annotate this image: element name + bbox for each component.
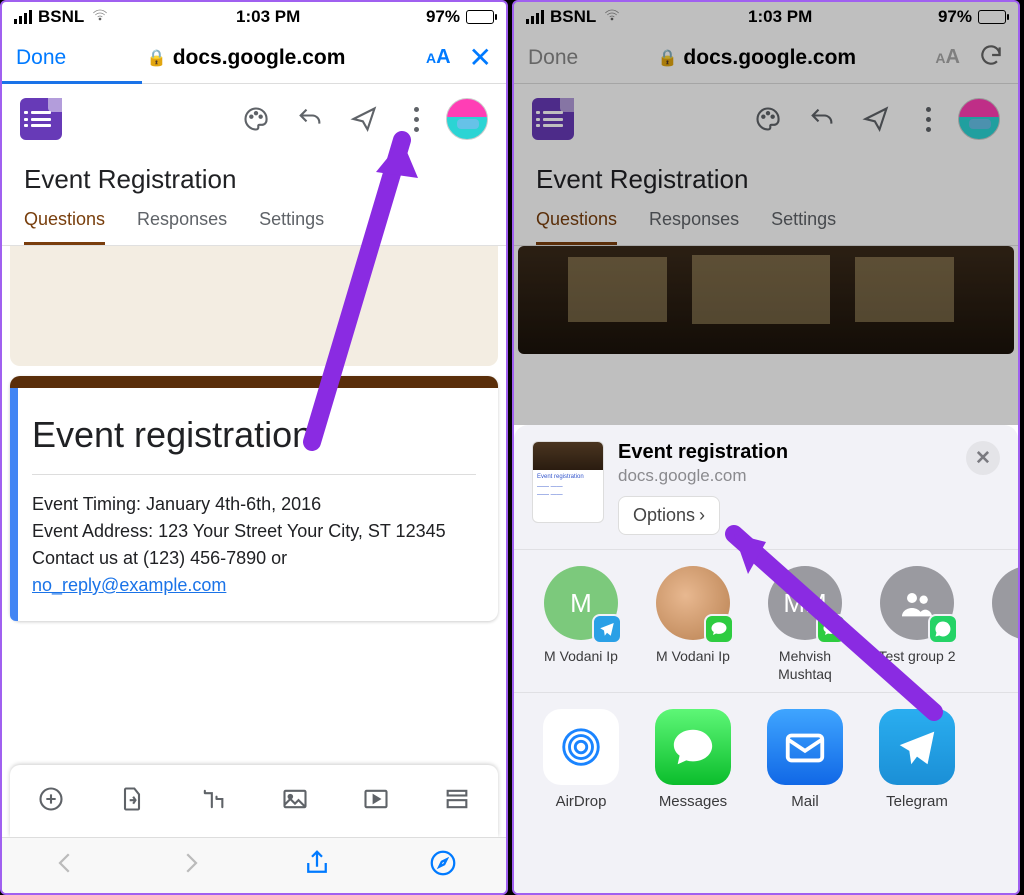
form-desc-line3: Contact us at (123) 456-7890 or no_reply…	[32, 545, 476, 599]
carrier-label: BSNL	[38, 7, 84, 27]
contact-item[interactable]: M Vodani Ip	[644, 566, 742, 684]
form-heading: Event registration	[32, 414, 476, 456]
tabs: Questions Responses Settings	[514, 195, 1018, 246]
tab-settings[interactable]: Settings	[771, 209, 836, 245]
form-header-card[interactable]: Event registration Event Timing: January…	[10, 376, 498, 621]
battery-pct: 97%	[938, 7, 972, 27]
clock: 1:03 PM	[236, 7, 300, 27]
import-icon[interactable]	[118, 785, 146, 818]
whatsapp-badge-icon	[928, 614, 958, 644]
chevron-right-icon: ›	[699, 505, 705, 526]
progress-bar	[2, 81, 142, 84]
safari-toolbar: Done 🔒 docs.google.com AA ✕	[2, 32, 506, 84]
contact-email-link[interactable]: no_reply@example.com	[32, 575, 226, 595]
imessage-badge-icon	[816, 614, 846, 644]
tab-responses[interactable]: Responses	[649, 209, 739, 245]
undo-icon[interactable]	[288, 105, 332, 133]
safari-icon[interactable]	[428, 848, 458, 883]
done-button[interactable]: Done	[528, 46, 578, 70]
share-apps-row: AirDrop Messages Mail Telegram	[514, 709, 1018, 810]
app-airdrop[interactable]: AirDrop	[532, 709, 630, 810]
share-title: Event registration	[618, 441, 952, 464]
signal-icon	[526, 10, 544, 24]
telegram-icon	[879, 709, 955, 785]
forms-logo-icon[interactable]	[532, 98, 574, 140]
app-telegram[interactable]: Telegram	[868, 709, 966, 810]
contact-item[interactable]: M M Vodani Ip	[532, 566, 630, 684]
battery-icon	[466, 10, 494, 24]
url-text: docs.google.com	[173, 46, 346, 70]
form-title: Event Registration	[2, 154, 506, 195]
share-sheet: Event registration —— —— —— —— Event reg…	[514, 425, 1018, 893]
tab-questions[interactable]: Questions	[536, 209, 617, 245]
clock: 1:03 PM	[748, 7, 812, 27]
url-text: docs.google.com	[683, 46, 856, 70]
share-icon[interactable]	[302, 848, 332, 883]
contact-item[interactable]: MM Mehvish Mushtaq	[756, 566, 854, 684]
add-section-icon[interactable]	[443, 785, 471, 818]
url-bar[interactable]: 🔒 docs.google.com	[66, 46, 426, 70]
forms-toolbar	[514, 84, 1018, 154]
tab-responses[interactable]: Responses	[137, 209, 227, 245]
form-desc-line2: Event Address: 123 Your Street Your City…	[32, 518, 476, 545]
form-desc-line1: Event Timing: January 4th-6th, 2016	[32, 491, 476, 518]
contact-item[interactable]: Test group 2	[868, 566, 966, 684]
send-icon[interactable]	[342, 105, 386, 133]
app-messages[interactable]: Messages	[644, 709, 742, 810]
tab-questions[interactable]: Questions	[24, 209, 105, 245]
status-bar: BSNL 1:03 PM 97%	[514, 2, 1018, 32]
share-options-button[interactable]: Options ›	[618, 496, 720, 535]
undo-icon[interactable]	[800, 105, 844, 133]
app-mail[interactable]: Mail	[756, 709, 854, 810]
more-icon[interactable]	[908, 107, 948, 132]
form-banner	[10, 246, 498, 366]
palette-icon[interactable]	[746, 105, 790, 133]
carrier-label: BSNL	[550, 7, 596, 27]
close-icon[interactable]: ✕	[966, 441, 1000, 475]
reader-aa-button[interactable]: AA	[426, 46, 451, 69]
stop-button[interactable]: ✕	[469, 41, 492, 74]
add-video-icon[interactable]	[362, 785, 390, 818]
palette-icon[interactable]	[234, 105, 278, 133]
avatar[interactable]	[446, 98, 488, 140]
battery-pct: 97%	[426, 7, 460, 27]
insert-toolbar	[10, 765, 498, 837]
wifi-icon	[90, 7, 110, 28]
add-title-icon[interactable]	[199, 785, 227, 818]
telegram-badge-icon	[592, 614, 622, 644]
send-icon[interactable]	[854, 105, 898, 133]
url-bar[interactable]: 🔒 docs.google.com	[578, 46, 935, 70]
share-thumbnail: Event registration —— —— —— ——	[532, 441, 604, 523]
forms-logo-icon[interactable]	[20, 98, 62, 140]
forward-icon[interactable]	[176, 848, 206, 883]
messages-icon	[655, 709, 731, 785]
reader-aa-button[interactable]: AA	[935, 46, 960, 69]
more-icon[interactable]	[396, 107, 436, 132]
signal-icon	[14, 10, 32, 24]
add-image-icon[interactable]	[281, 785, 309, 818]
back-icon[interactable]	[50, 848, 80, 883]
lock-icon: 🔒	[658, 48, 678, 68]
form-title: Event Registration	[514, 154, 1018, 195]
safari-bottom-bar	[2, 837, 506, 893]
mail-icon	[767, 709, 843, 785]
avatar[interactable]	[958, 98, 1000, 140]
form-banner	[518, 246, 1014, 354]
lock-icon: 🔒	[147, 48, 167, 68]
airdrop-icon	[543, 709, 619, 785]
safari-toolbar: Done 🔒 docs.google.com AA	[514, 32, 1018, 84]
share-subtitle: docs.google.com	[618, 466, 952, 486]
forms-toolbar	[2, 84, 506, 154]
tab-settings[interactable]: Settings	[259, 209, 324, 245]
reload-icon[interactable]	[978, 42, 1004, 73]
share-contacts-row: M M Vodani Ip M Vodani Ip MM Mehvish Mus…	[514, 566, 1018, 684]
battery-icon	[978, 10, 1006, 24]
wifi-icon	[602, 7, 622, 28]
done-button[interactable]: Done	[16, 46, 66, 70]
tabs: Questions Responses Settings	[2, 195, 506, 246]
imessage-badge-icon	[704, 614, 734, 644]
contact-item[interactable]: F	[980, 566, 1018, 684]
add-question-icon[interactable]	[37, 785, 65, 818]
status-bar: BSNL 1:03 PM 97%	[2, 2, 506, 32]
